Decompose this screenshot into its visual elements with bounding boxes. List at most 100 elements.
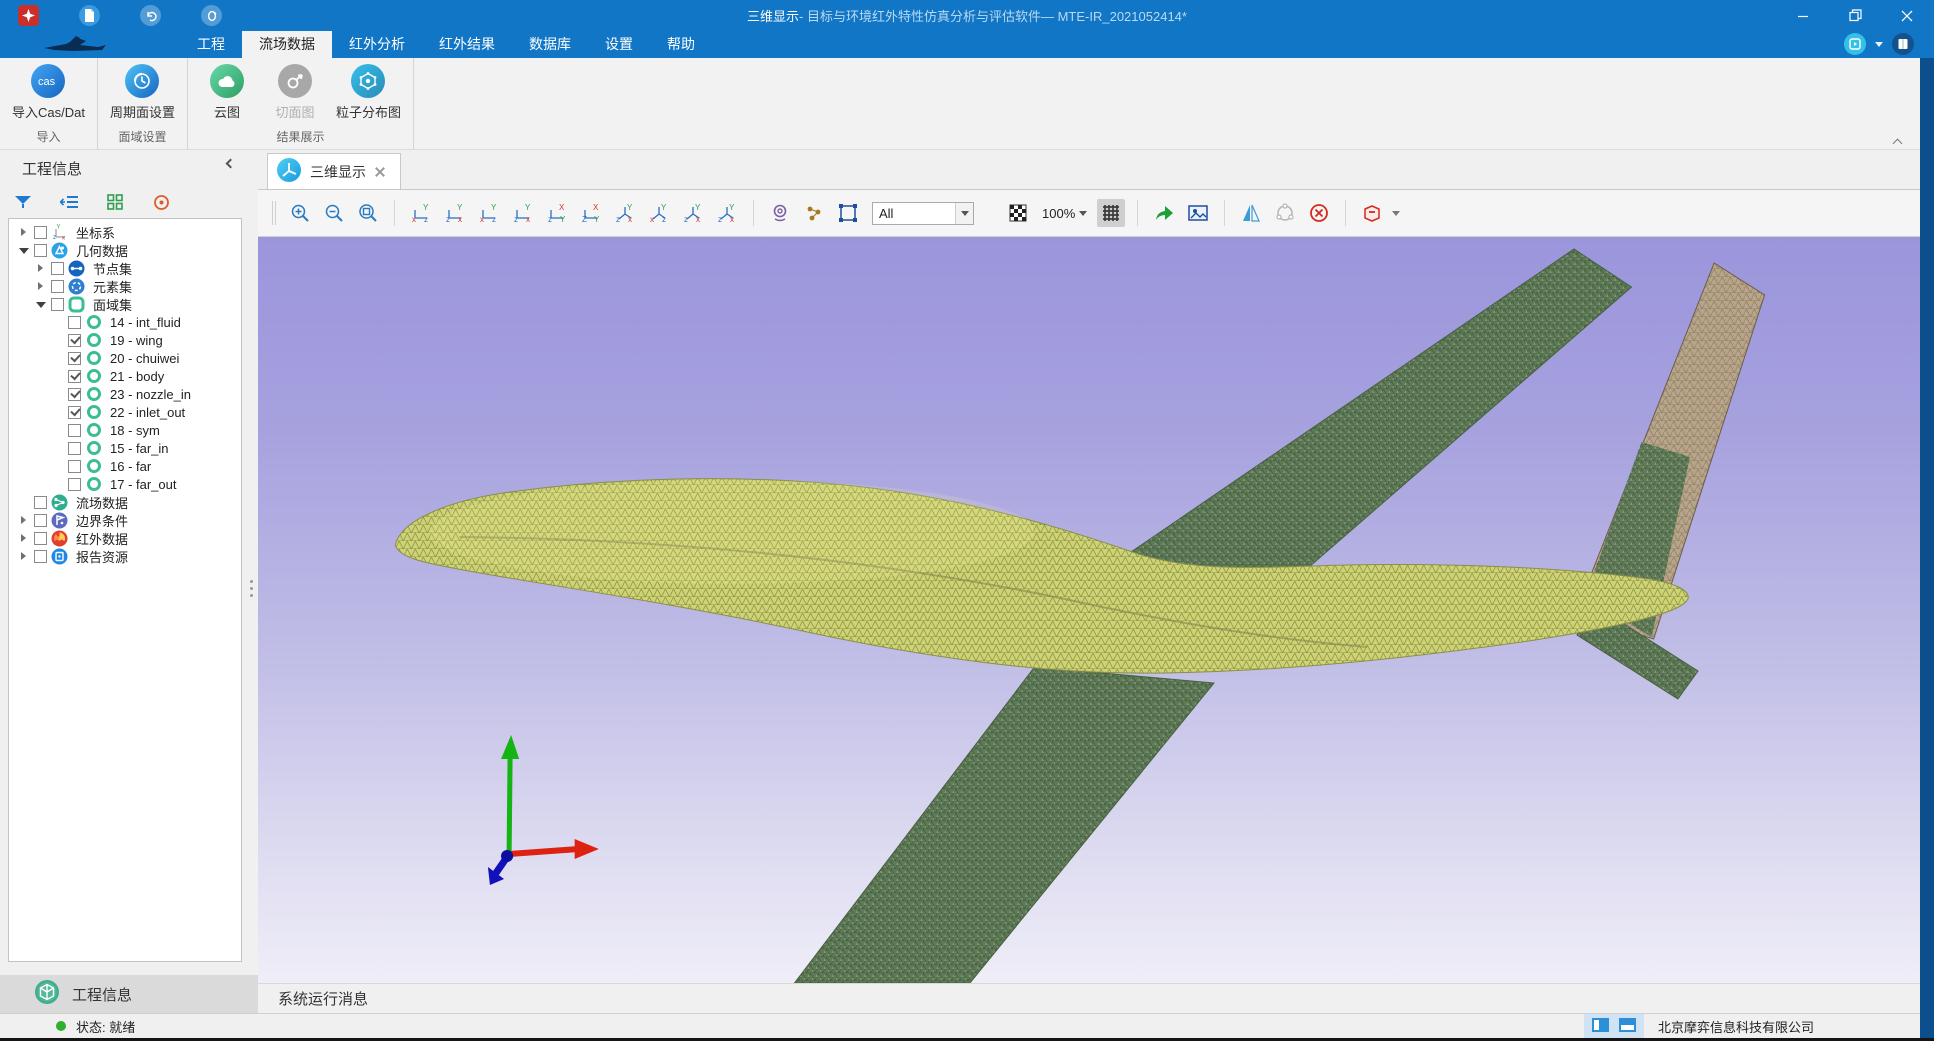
tree-item[interactable]: 面域集 xyxy=(9,295,241,313)
display-filter-dropdown[interactable]: All xyxy=(872,202,974,225)
tree-item[interactable]: 20 - chuiwei xyxy=(9,349,241,367)
layout-bottom-panel-icon[interactable] xyxy=(1619,1018,1636,1035)
view-iso-3-icon[interactable]: Yzx xyxy=(679,199,707,227)
view-iso-4-icon[interactable]: Yzx xyxy=(713,199,741,227)
viewport-3d[interactable] xyxy=(258,237,1934,983)
dropdown-caret-icon[interactable] xyxy=(1875,42,1883,47)
undo-icon[interactable] xyxy=(140,5,161,26)
media-icon[interactable] xyxy=(1844,33,1866,55)
ribbon-collapse-icon[interactable] xyxy=(1894,137,1904,143)
menu-item-5[interactable]: 数据库 xyxy=(512,31,588,58)
tree-expander-icon[interactable] xyxy=(34,298,47,311)
menu-item-4[interactable]: 红外结果 xyxy=(422,31,512,58)
help-book-icon[interactable] xyxy=(1892,33,1914,55)
tree-expander-icon[interactable] xyxy=(17,532,30,545)
tree-item[interactable]: 21 - body xyxy=(9,367,241,385)
menu-item-7[interactable]: 帮助 xyxy=(650,31,712,58)
layout-left-panel-icon[interactable] xyxy=(1592,1018,1609,1035)
grid-green-icon[interactable] xyxy=(104,191,126,213)
tree-checkbox[interactable] xyxy=(68,316,81,329)
ribbon-button-particle-dist[interactable]: 粒子分布图 xyxy=(336,64,401,125)
tree-checkbox[interactable] xyxy=(68,388,81,401)
tree-checkbox[interactable] xyxy=(34,550,47,563)
tree-checkbox[interactable] xyxy=(34,226,47,239)
view-iso-1-icon[interactable]: Yzx xyxy=(611,199,639,227)
tree-checkbox[interactable] xyxy=(34,244,47,257)
export-icon[interactable] xyxy=(1150,199,1178,227)
tree-item[interactable]: 17 - far_out xyxy=(9,475,241,493)
minimize-button[interactable] xyxy=(1790,5,1816,27)
dropdown-arrow-icon[interactable] xyxy=(955,203,973,224)
view-right-icon[interactable]: Yzx xyxy=(509,199,537,227)
tab-close-icon[interactable] xyxy=(374,166,386,178)
tree-checkbox[interactable] xyxy=(68,424,81,437)
view-front-icon[interactable]: Yxz xyxy=(407,199,435,227)
tree-expander-icon[interactable] xyxy=(34,280,47,293)
zoom-level-control[interactable]: 100% xyxy=(1042,206,1087,221)
ribbon-button-cloud[interactable]: 云图 xyxy=(200,64,254,125)
orbit-icon[interactable] xyxy=(1271,199,1299,227)
tree-checkbox[interactable] xyxy=(68,334,81,347)
menu-item-1[interactable]: 工程 xyxy=(180,31,242,58)
tree-item[interactable]: 15 - far_in xyxy=(9,439,241,457)
tree-item[interactable]: 16 - far xyxy=(9,457,241,475)
tree-item[interactable]: 18 - sym xyxy=(9,421,241,439)
tree-checkbox[interactable] xyxy=(68,352,81,365)
tree-item[interactable]: 红外数据 xyxy=(9,529,241,547)
filter-triangle-icon[interactable] xyxy=(12,191,34,213)
tree-expander-icon[interactable] xyxy=(34,262,47,275)
tree-item[interactable]: 元素集 xyxy=(9,277,241,295)
menu-item-3[interactable]: 红外分析 xyxy=(332,31,422,58)
tree-checkbox[interactable] xyxy=(68,478,81,491)
view-top-icon[interactable]: XzY xyxy=(543,199,571,227)
tree-checkbox[interactable] xyxy=(51,262,64,275)
snapshot-icon[interactable] xyxy=(1184,199,1212,227)
tree-checkbox[interactable] xyxy=(68,370,81,383)
tree-item[interactable]: 14 - int_fluid xyxy=(9,313,241,331)
tree-expander-icon[interactable] xyxy=(17,244,30,257)
texture-icon[interactable] xyxy=(1004,199,1032,227)
tree-checkbox[interactable] xyxy=(34,514,47,527)
view-iso-2-icon[interactable]: Yxz xyxy=(645,199,673,227)
zoom-in-icon[interactable] xyxy=(286,199,314,227)
redo-icon[interactable] xyxy=(201,5,222,26)
tree-checkbox[interactable] xyxy=(34,532,47,545)
tree-item[interactable]: 边界条件 xyxy=(9,511,241,529)
toolbar-handle[interactable] xyxy=(272,201,276,225)
tree-checkbox[interactable] xyxy=(68,442,81,455)
tree-item[interactable]: 19 - wing xyxy=(9,331,241,349)
tree-expander-icon[interactable] xyxy=(17,226,30,239)
grid-icon[interactable] xyxy=(1097,199,1125,227)
panel-collapse-icon[interactable] xyxy=(224,160,236,172)
viewbox-icon[interactable] xyxy=(1358,199,1386,227)
ribbon-button-cas[interactable]: cas导入Cas/Dat xyxy=(12,64,85,125)
tree-item[interactable]: 节点集 xyxy=(9,259,241,277)
tree-checkbox[interactable] xyxy=(68,460,81,473)
probe-icon[interactable] xyxy=(766,199,794,227)
zoom-fit-icon[interactable] xyxy=(354,199,382,227)
panel-splitter[interactable] xyxy=(249,580,254,610)
menu-item-6[interactable]: 设置 xyxy=(588,31,650,58)
tree-item[interactable]: 23 - nozzle_in xyxy=(9,385,241,403)
zoom-out-icon[interactable] xyxy=(320,199,348,227)
view-back-icon[interactable]: Yzx xyxy=(441,199,469,227)
close-button[interactable] xyxy=(1894,5,1920,27)
cancel-icon[interactable] xyxy=(1305,199,1333,227)
view-bottom-icon[interactable]: XZY xyxy=(577,199,605,227)
tree-checkbox[interactable] xyxy=(34,496,47,509)
tree-expander-icon[interactable] xyxy=(17,514,30,527)
tree-item[interactable]: 几何数据 xyxy=(9,241,241,259)
tree-item[interactable]: 流场数据 xyxy=(9,493,241,511)
tree-expander-icon[interactable] xyxy=(17,550,30,563)
maximize-button[interactable] xyxy=(1842,5,1868,27)
view-left-icon[interactable]: Yxz xyxy=(475,199,503,227)
rect-select-icon[interactable] xyxy=(834,199,862,227)
target-icon[interactable] xyxy=(150,191,172,213)
tree-item[interactable]: 22 - inlet_out xyxy=(9,403,241,421)
tree-checkbox[interactable] xyxy=(51,280,64,293)
menu-item-2[interactable]: 流场数据 xyxy=(242,31,332,58)
app-icon[interactable] xyxy=(18,5,39,26)
tree-item[interactable]: 报告资源 xyxy=(9,547,241,565)
viewbox-caret-icon[interactable] xyxy=(1392,211,1400,216)
new-file-icon[interactable] xyxy=(79,5,100,26)
